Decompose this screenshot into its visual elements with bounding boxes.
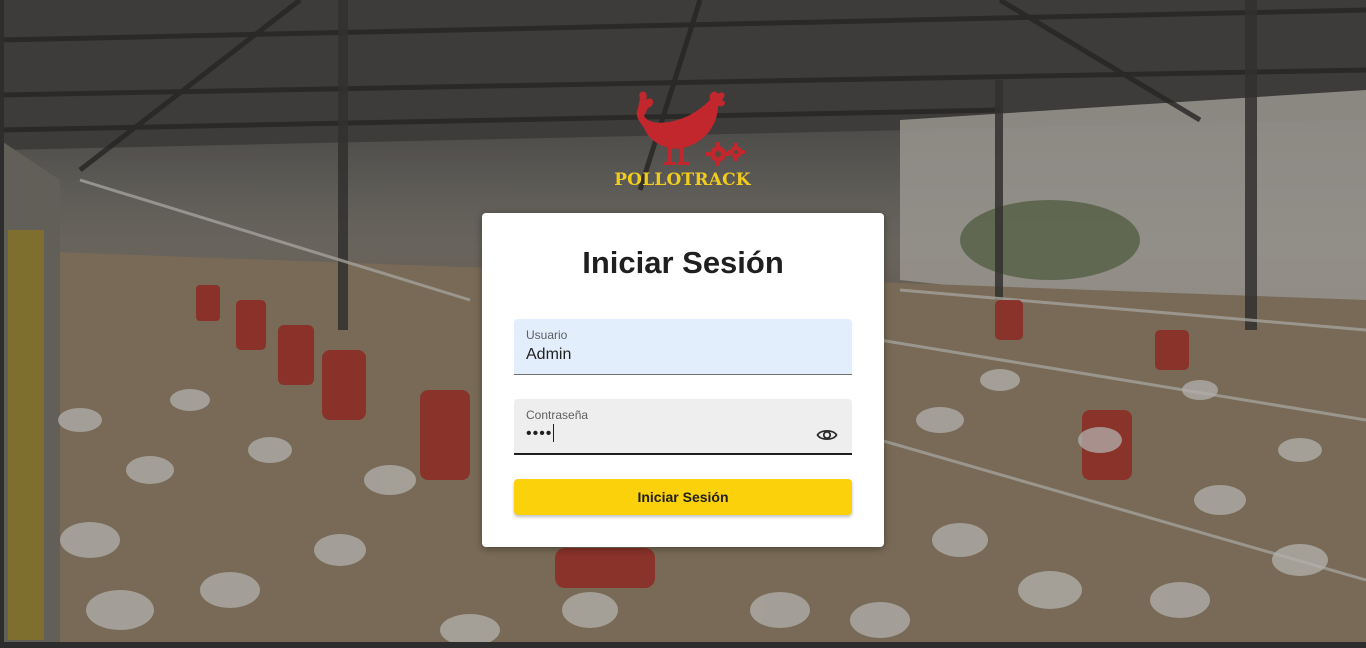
username-input[interactable]: Admin (526, 346, 571, 364)
password-label: Contraseña (526, 408, 589, 422)
text-caret (553, 424, 555, 442)
username-field[interactable]: Usuario Admin (514, 319, 852, 375)
window-edge (0, 642, 1366, 648)
eye-icon[interactable] (816, 427, 838, 443)
username-label: Usuario (526, 328, 568, 342)
password-mask: •••• (526, 425, 553, 442)
pollotrack-logo: POLLOTRACK (610, 86, 755, 196)
login-button[interactable]: Iniciar Sesión (514, 479, 852, 515)
page-title: Iniciar Sesión (582, 245, 784, 280)
login-card: Iniciar Sesión Usuario Admin Contraseña … (482, 213, 884, 547)
window-edge (0, 0, 4, 648)
password-field[interactable]: Contraseña •••• (514, 399, 852, 455)
hen-gears-icon (636, 91, 745, 166)
password-input[interactable]: •••• (526, 424, 555, 443)
brand-name: POLLOTRACK (614, 170, 751, 190)
